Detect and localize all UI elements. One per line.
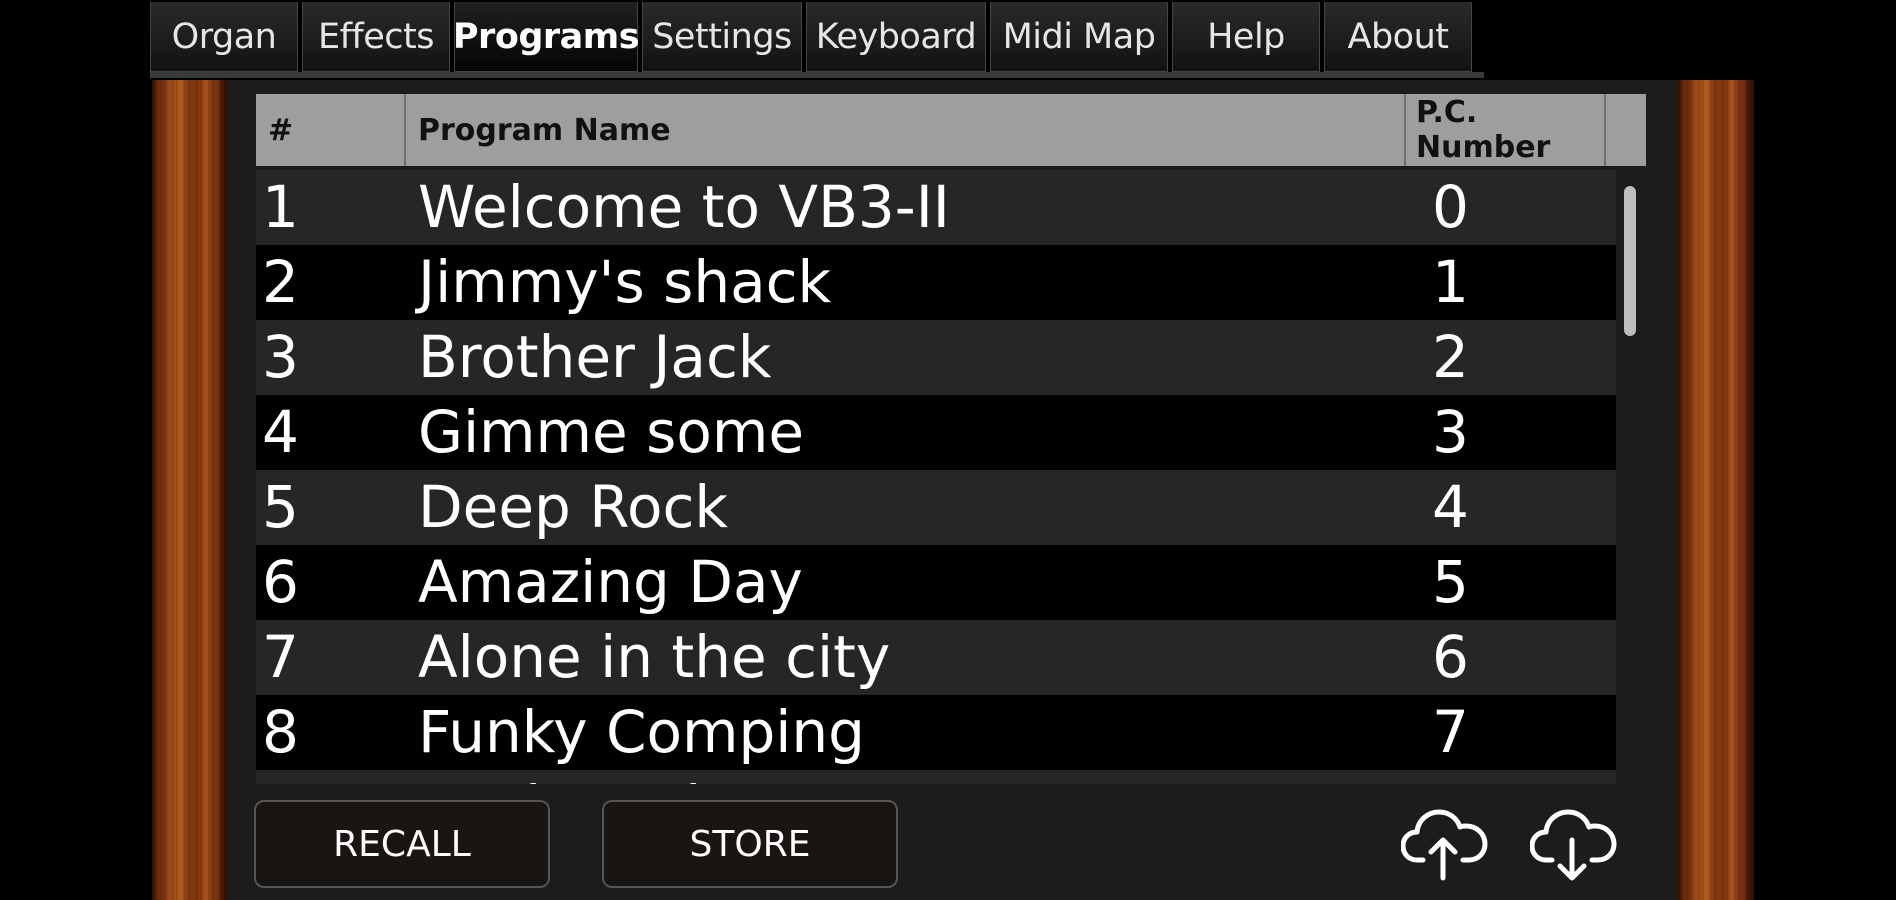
table-row[interactable]: 4 Gimme some 3 [256,395,1616,470]
table-row[interactable]: 8 Funky Comping 7 [256,695,1616,770]
row-pc-number: 4 [1432,473,1469,541]
store-button[interactable]: STORE [602,800,898,888]
table-scrollbar[interactable] [1624,186,1636,336]
tab-effects[interactable]: Effects [302,2,450,72]
cloud-download-icon[interactable] [1529,804,1618,882]
row-pc-number: 1 [1432,248,1469,316]
row-number: 2 [262,248,299,316]
column-header-number[interactable]: # [256,94,406,166]
cloud-upload-icon[interactable] [1400,804,1489,882]
wood-side-panel-left [152,80,228,900]
table-rows: 1 Welcome to VB3-II 0 2 Jimmy's shack 1 3 Bro… [256,170,1616,784]
tab-organ[interactable]: Organ [150,2,298,72]
row-program-name: Alone in the city [418,623,891,691]
table-row[interactable]: 1 Welcome to VB3-II 0 [256,170,1616,245]
table-row[interactable]: 7 Alone in the city 6 [256,620,1616,695]
row-pc-number: 8 [1432,770,1469,784]
table-row[interactable]: 3 Brother Jack 2 [256,320,1616,395]
row-number: 3 [262,323,299,391]
recall-button[interactable]: RECALL [254,800,550,888]
row-number: 9 [262,770,299,784]
row-program-name: Gimme some [418,398,805,466]
row-program-name: Amazing Day [418,548,803,616]
tab-programs[interactable]: Programs [453,2,640,72]
row-number: 6 [262,548,299,616]
row-program-name: Back again [418,770,738,784]
row-pc-number: 2 [1432,323,1469,391]
row-program-name: Deep Rock [418,473,728,541]
tab-settings[interactable]: Settings [642,2,802,72]
row-program-name: Brother Jack [418,323,772,391]
row-program-name: Funky Comping [418,698,865,766]
table-row[interactable]: 5 Deep Rock 4 [256,470,1616,545]
row-pc-number: 6 [1432,623,1469,691]
row-program-name: Welcome to VB3-II [418,173,950,241]
tab-bar: Organ Effects Programs Settings Keyboard… [150,0,1484,75]
row-number: 5 [262,473,299,541]
program-table: # Program Name P.C. Number 1 Welcome to V… [256,94,1646,784]
column-header-pc-number[interactable]: P.C. Number [1406,94,1606,166]
tab-divider [150,72,1484,78]
row-number: 1 [262,173,299,241]
table-row[interactable]: 6 Amazing Day 5 [256,545,1616,620]
tab-help[interactable]: Help [1172,2,1320,72]
row-number: 8 [262,698,299,766]
row-number: 4 [262,398,299,466]
tab-midi-map[interactable]: Midi Map [990,2,1168,72]
tab-about[interactable]: About [1324,2,1472,72]
table-row[interactable]: 9 Back again 8 [256,770,1616,784]
table-row[interactable]: 2 Jimmy's shack 1 [256,245,1616,320]
row-pc-number: 7 [1432,698,1469,766]
row-pc-number: 3 [1432,398,1469,466]
column-header-program-name[interactable]: Program Name [406,94,1406,166]
tab-keyboard[interactable]: Keyboard [806,2,986,72]
programs-panel: # Program Name P.C. Number 1 Welcome to V… [228,80,1678,900]
table-header: # Program Name P.C. Number [256,94,1646,166]
row-pc-number: 0 [1432,173,1469,241]
wood-side-panel-right [1678,80,1754,900]
row-program-name: Jimmy's shack [418,248,832,316]
row-pc-number: 5 [1432,548,1469,616]
row-number: 7 [262,623,299,691]
